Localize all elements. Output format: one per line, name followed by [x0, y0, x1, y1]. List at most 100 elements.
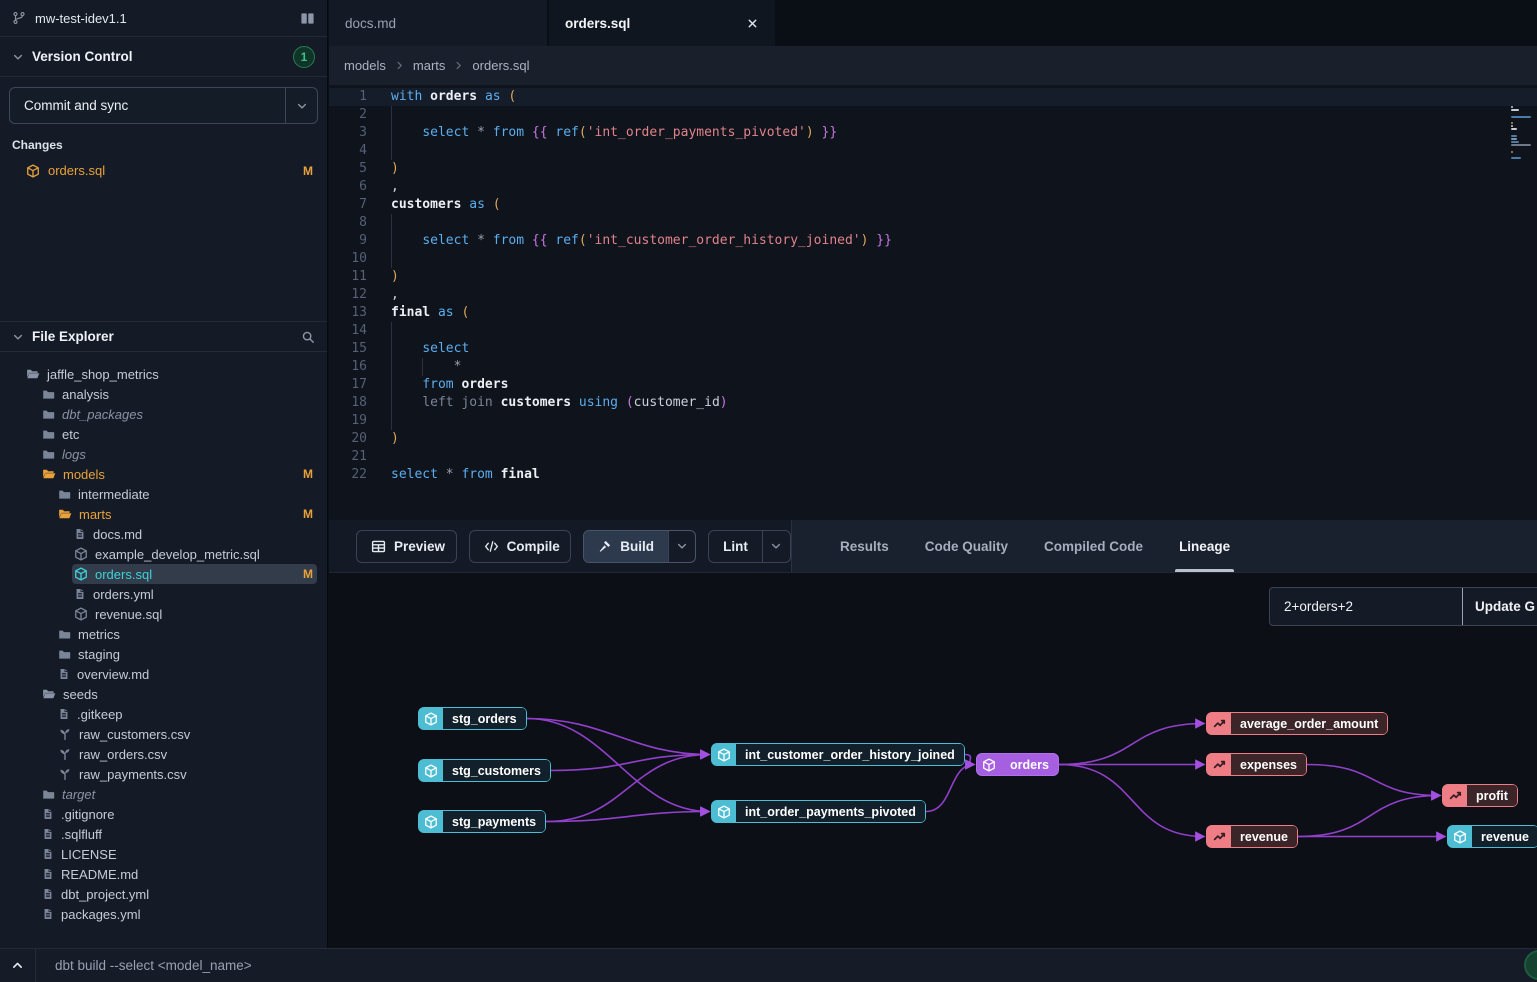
- tree-item-dbt-packages[interactable]: dbt_packages: [0, 404, 327, 424]
- tree-item-example-develop-metric-sql[interactable]: example_develop_metric.sql: [0, 544, 327, 564]
- tab-lineage[interactable]: Lineage: [1161, 520, 1248, 572]
- breadcrumb-item[interactable]: orders.sql: [472, 58, 529, 73]
- lineage-node-profit[interactable]: profit: [1442, 784, 1518, 807]
- code-line[interactable]: 3 select * from {{ ref('int_order_paymen…: [329, 124, 1537, 142]
- tree-item-jaffle-shop-metrics[interactable]: jaffle_shop_metrics: [0, 364, 327, 384]
- file-icon: [42, 888, 54, 900]
- tab-orders-sql[interactable]: orders.sql: [549, 0, 777, 46]
- tree-item-etc[interactable]: etc: [0, 424, 327, 444]
- tree-item--sqlfluff[interactable]: .sqlfluff: [0, 824, 327, 844]
- breadcrumb-item[interactable]: models: [344, 58, 386, 73]
- tree-item-intermediate[interactable]: intermediate: [0, 484, 327, 504]
- tree-item-models[interactable]: modelsM: [0, 464, 327, 484]
- lineage-node-orders[interactable]: orders: [976, 753, 1059, 776]
- code-line[interactable]: 6,: [329, 178, 1537, 196]
- code-line[interactable]: 5): [329, 160, 1537, 178]
- lineage-graph[interactable]: stg_orders stg_customers stg_payments int_c…: [329, 573, 1537, 948]
- code-line[interactable]: 16 *: [329, 358, 1537, 376]
- code-line[interactable]: 8: [329, 214, 1537, 232]
- tree-item-marts[interactable]: martsM: [0, 504, 327, 524]
- code-line[interactable]: 12,: [329, 286, 1537, 304]
- tree-item-readme-md[interactable]: README.md: [0, 864, 327, 884]
- lineage-node-int-order-payments-pivoted[interactable]: int_order_payments_pivoted: [711, 800, 926, 823]
- tree-item-seeds[interactable]: seeds: [0, 684, 327, 704]
- chevron-right-icon: [453, 60, 464, 71]
- code-line[interactable]: 10: [329, 250, 1537, 268]
- tab-code-quality[interactable]: Code Quality: [907, 520, 1026, 572]
- code-line[interactable]: 17 from orders: [329, 376, 1537, 394]
- version-control-header[interactable]: Version Control 1: [0, 37, 327, 77]
- lineage-node-expenses[interactable]: expenses: [1206, 753, 1307, 776]
- tree-item-label: dbt_packages: [62, 407, 143, 422]
- code-line[interactable]: 4: [329, 142, 1537, 160]
- tree-item-raw-customers-csv[interactable]: raw_customers.csv: [0, 724, 327, 744]
- tree-item-metrics[interactable]: metrics: [0, 624, 327, 644]
- lint-button[interactable]: Lint: [708, 530, 791, 563]
- commit-and-sync-button[interactable]: Commit and sync: [9, 87, 318, 124]
- changed-file-row[interactable]: orders.sql M: [12, 160, 315, 181]
- lineage-node-revenue-metric[interactable]: revenue: [1206, 825, 1298, 848]
- tree-item-raw-orders-csv[interactable]: raw_orders.csv: [0, 744, 327, 764]
- code-line[interactable]: 19: [329, 412, 1537, 430]
- tree-item-analysis[interactable]: analysis: [0, 384, 327, 404]
- lineage-node-stg-customers[interactable]: stg_customers: [418, 759, 551, 782]
- code-line[interactable]: 9 select * from {{ ref('int_customer_ord…: [329, 232, 1537, 250]
- code-line[interactable]: 2: [329, 106, 1537, 124]
- tree-item-dbt-project-yml[interactable]: dbt_project.yml: [0, 884, 327, 904]
- run-status-indicator[interactable]: [1524, 950, 1537, 980]
- code-line[interactable]: 20): [329, 430, 1537, 448]
- tree-item-target[interactable]: target: [0, 784, 327, 804]
- command-input[interactable]: dbt build --select <model_name>: [36, 958, 252, 973]
- changes-count-badge: 1: [293, 46, 315, 68]
- tree-item-raw-payments-csv[interactable]: raw_payments.csv: [0, 764, 327, 784]
- build-options-chevron[interactable]: [668, 531, 695, 562]
- tab-results[interactable]: Results: [822, 520, 907, 572]
- compile-button[interactable]: Compile: [469, 530, 572, 563]
- tree-item-orders-yml[interactable]: orders.yml: [0, 584, 327, 604]
- update-graph-button[interactable]: Update G: [1462, 588, 1537, 625]
- tree-item-label: orders.yml: [93, 587, 154, 602]
- code-line[interactable]: 21: [329, 448, 1537, 466]
- commit-options-chevron[interactable]: [285, 88, 317, 123]
- search-icon[interactable]: [301, 330, 315, 344]
- code-line[interactable]: 11): [329, 268, 1537, 286]
- tree-item--gitkeep[interactable]: .gitkeep: [0, 704, 327, 724]
- tree-item-label: seeds: [63, 687, 98, 702]
- code-line[interactable]: 7customers as (: [329, 196, 1537, 214]
- code-line[interactable]: 13final as (: [329, 304, 1537, 322]
- tree-item-orders-sql[interactable]: orders.sqlM: [0, 564, 327, 584]
- breadcrumb-item[interactable]: marts: [413, 58, 446, 73]
- expand-command-bar-button[interactable]: [0, 949, 36, 982]
- layout-columns-icon[interactable]: [300, 11, 315, 26]
- tree-item-revenue-sql[interactable]: revenue.sql: [0, 604, 327, 624]
- tree-item--gitignore[interactable]: .gitignore: [0, 804, 327, 824]
- lineage-node-stg-payments[interactable]: stg_payments: [418, 810, 546, 833]
- project-name: mw-test-idev1.1: [35, 11, 291, 26]
- file-explorer-header[interactable]: File Explorer: [0, 321, 327, 352]
- lineage-selector-input[interactable]: 2+orders+2: [1270, 588, 1462, 625]
- lineage-edge: [546, 812, 709, 822]
- tree-item-label: LICENSE: [61, 847, 117, 862]
- tree-item-logs[interactable]: logs: [0, 444, 327, 464]
- lineage-node-average-order-amount[interactable]: average_order_amount: [1206, 712, 1388, 735]
- tree-item-staging[interactable]: staging: [0, 644, 327, 664]
- code-line[interactable]: 1with orders as (: [329, 88, 1537, 106]
- tree-item-overview-md[interactable]: overview.md: [0, 664, 327, 684]
- close-icon[interactable]: [746, 17, 759, 30]
- code-editor[interactable]: 1with orders as (23 select * from {{ ref…: [329, 85, 1537, 520]
- build-button[interactable]: Build: [583, 530, 696, 563]
- code-line[interactable]: 18 left join customers using (customer_i…: [329, 394, 1537, 412]
- lineage-node-stg-orders[interactable]: stg_orders: [418, 707, 527, 730]
- lineage-node-int-customer-order-history-joined[interactable]: int_customer_order_history_joined: [711, 743, 965, 766]
- preview-button[interactable]: Preview: [356, 530, 457, 563]
- code-line[interactable]: 15 select: [329, 340, 1537, 358]
- tree-item-packages-yml[interactable]: packages.yml: [0, 904, 327, 924]
- tab-compiled-code[interactable]: Compiled Code: [1026, 520, 1161, 572]
- tree-item-license[interactable]: LICENSE: [0, 844, 327, 864]
- code-line[interactable]: 22select * from final: [329, 466, 1537, 484]
- code-line[interactable]: 14: [329, 322, 1537, 340]
- tree-item-docs-md[interactable]: docs.md: [0, 524, 327, 544]
- tab-docs-md[interactable]: docs.md: [329, 0, 549, 46]
- lineage-node-revenue[interactable]: revenue: [1447, 825, 1537, 848]
- lint-options-chevron[interactable]: [762, 531, 790, 562]
